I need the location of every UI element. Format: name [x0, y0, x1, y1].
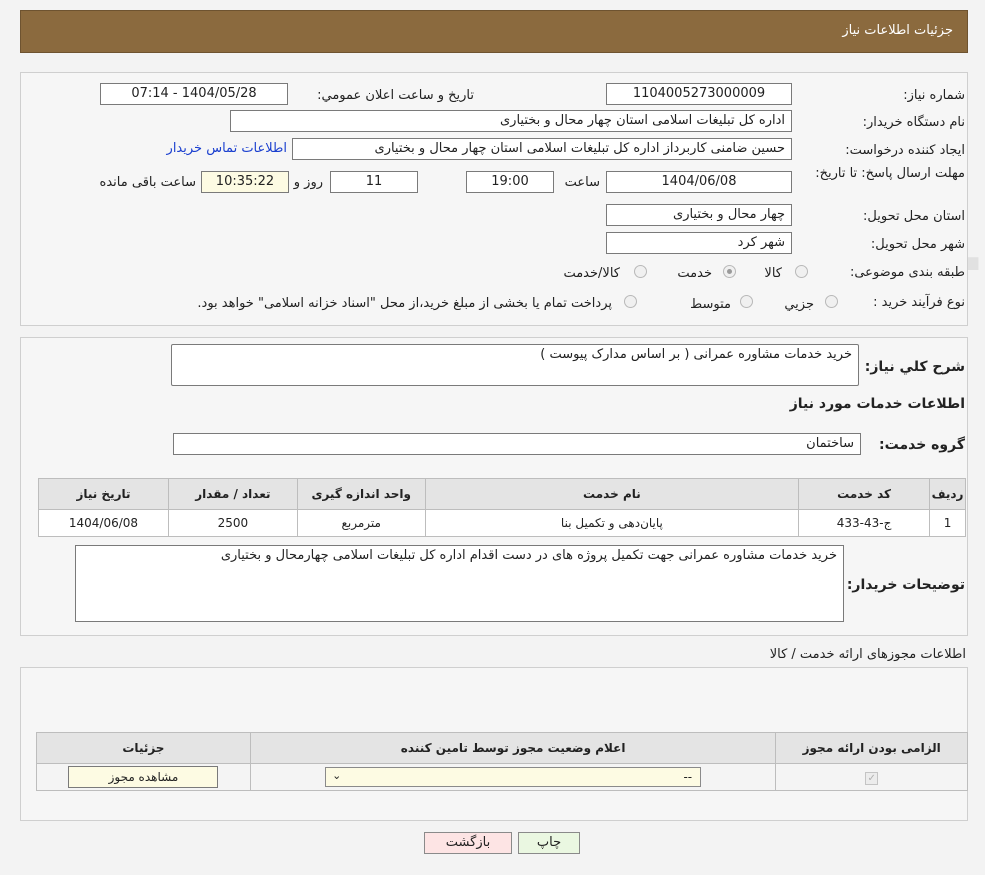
services-table: ردیف کد خدمت نام خدمت واحد اندازه گیری ت… [38, 478, 966, 537]
col-service-code: کد خدمت [798, 478, 931, 510]
table-row: ✓ -- ⌄ مشاهده مجوز [36, 763, 968, 791]
deadline-label: مهلت ارسال پاسخ: تا تاریخ: [815, 166, 965, 181]
category-goods-service-label: کالا/خدمت [563, 266, 620, 281]
process-minor-label: جزیي [784, 297, 814, 312]
summary-label: شرح کلي نياز: [864, 359, 965, 375]
need-number-label: شماره نیاز: [903, 88, 965, 103]
category-service-radio[interactable] [723, 265, 736, 278]
days-label: روز و [293, 175, 323, 190]
category-goods-service-radio[interactable] [634, 265, 647, 278]
cell-quantity: 2500 [167, 509, 298, 537]
permit-status-cell: -- ⌄ [249, 763, 777, 791]
province-field: چهار محال و بختیاری [606, 204, 792, 226]
city-field: شهر کرد [606, 232, 792, 254]
permit-status-select[interactable]: -- ⌄ [325, 767, 702, 787]
payment-note: پرداخت تمام یا بخشی از مبلغ خرید،از محل … [197, 296, 612, 311]
need-number-field: 1104005273000009 [606, 83, 792, 105]
deadline-date-field: 1404/06/08 [606, 171, 792, 193]
process-label: نوع فرآیند خرید : [873, 295, 965, 310]
requester-label: ایجاد کننده درخواست: [845, 143, 965, 158]
buyer-notes-label: توضیحات خریدار: [846, 577, 965, 593]
category-label: طبقه بندی موضوعی: [849, 265, 965, 280]
deadline-time-label: ساعت [564, 175, 600, 190]
buyer-org-field: اداره کل تبلیغات اسلامی استان چهار محال … [230, 110, 792, 132]
cell-unit: مترمربع [296, 509, 426, 537]
col-unit: واحد اندازه گیری [296, 478, 426, 510]
city-label: شهر محل تحویل: [870, 237, 965, 252]
process-medium-radio[interactable] [740, 295, 753, 308]
category-goods-radio[interactable] [795, 265, 808, 278]
print-button[interactable]: چاپ [518, 832, 580, 854]
permit-details-cell: مشاهده مجوز [36, 763, 251, 791]
col-service-name: نام خدمت [424, 478, 800, 510]
permit-required-cell: ✓ [775, 763, 968, 791]
category-service-label: خدمت [677, 266, 712, 281]
service-group-field: ساختمان [173, 433, 861, 455]
service-group-label: گروه خدمت: [879, 437, 965, 453]
col-permit-details: جزئیات [36, 732, 251, 764]
contact-buyer-link[interactable]: اطلاعات تماس خریدار [167, 141, 287, 156]
permits-title: اطلاعات مجوزهای ارائه خدمت / کالا [769, 647, 966, 662]
process-minor-radio[interactable] [825, 295, 838, 308]
treasury-payment-radio[interactable] [624, 295, 637, 308]
remaining-time-field: 10:35:22 [201, 171, 289, 193]
remaining-label: ساعت باقی مانده [99, 175, 196, 190]
view-permit-button[interactable]: مشاهده مجوز [68, 766, 219, 788]
days-field: 11 [330, 171, 418, 193]
col-row-number: ردیف [929, 478, 966, 510]
page-header: جزئیات اطلاعات نیاز [20, 10, 968, 53]
required-checkbox[interactable]: ✓ [865, 771, 879, 785]
col-permit-status: اعلام وضعیت مجوز توسط تامین کننده [249, 732, 777, 764]
cell-service-name: پایان‌دهی و تکمیل بنا [424, 509, 800, 537]
process-medium-label: متوسط [690, 297, 731, 312]
requester-field: حسین ضامنی کاربرداز اداره کل تبلیغات اسل… [292, 138, 792, 160]
chevron-down-icon: ⌄ [332, 769, 342, 782]
table-row: 1 ج-43-433 پایان‌دهی و تکمیل بنا مترمربع… [38, 509, 966, 537]
cell-need-date: 1404/06/08 [38, 509, 169, 537]
page-title: جزئیات اطلاعات نیاز [842, 23, 953, 38]
permit-status-value: -- [683, 770, 693, 784]
cell-row-number: 1 [929, 509, 966, 537]
col-need-date: تاریخ نیاز [38, 478, 169, 510]
buyer-notes-field: خرید خدمات مشاوره عمرانی جهت تکمیل پروژه… [75, 545, 844, 622]
deadline-time-field: 19:00 [466, 171, 554, 193]
col-quantity: تعداد / مقدار [167, 478, 298, 510]
announce-field: 1404/05/28 - 07:14 [100, 83, 288, 105]
back-button[interactable]: بازگشت [424, 832, 512, 854]
province-label: استان محل تحویل: [863, 209, 965, 224]
col-permit-required: الزامی بودن ارائه مجوز [775, 732, 968, 764]
summary-field: خرید خدمات مشاوره عمرانی ( بر اساس مدارک… [171, 344, 859, 386]
category-goods-label: کالا [764, 266, 782, 281]
cell-service-code: ج-43-433 [798, 509, 931, 537]
announce-label: تاریخ و ساعت اعلان عمومي: [317, 88, 474, 103]
buyer-org-label: نام دستگاه خریدار: [862, 115, 965, 130]
permits-table: الزامی بودن ارائه مجوز اعلام وضعیت مجوز … [36, 732, 968, 791]
services-heading: اطلاعات خدمات مورد نیاز [789, 396, 965, 412]
